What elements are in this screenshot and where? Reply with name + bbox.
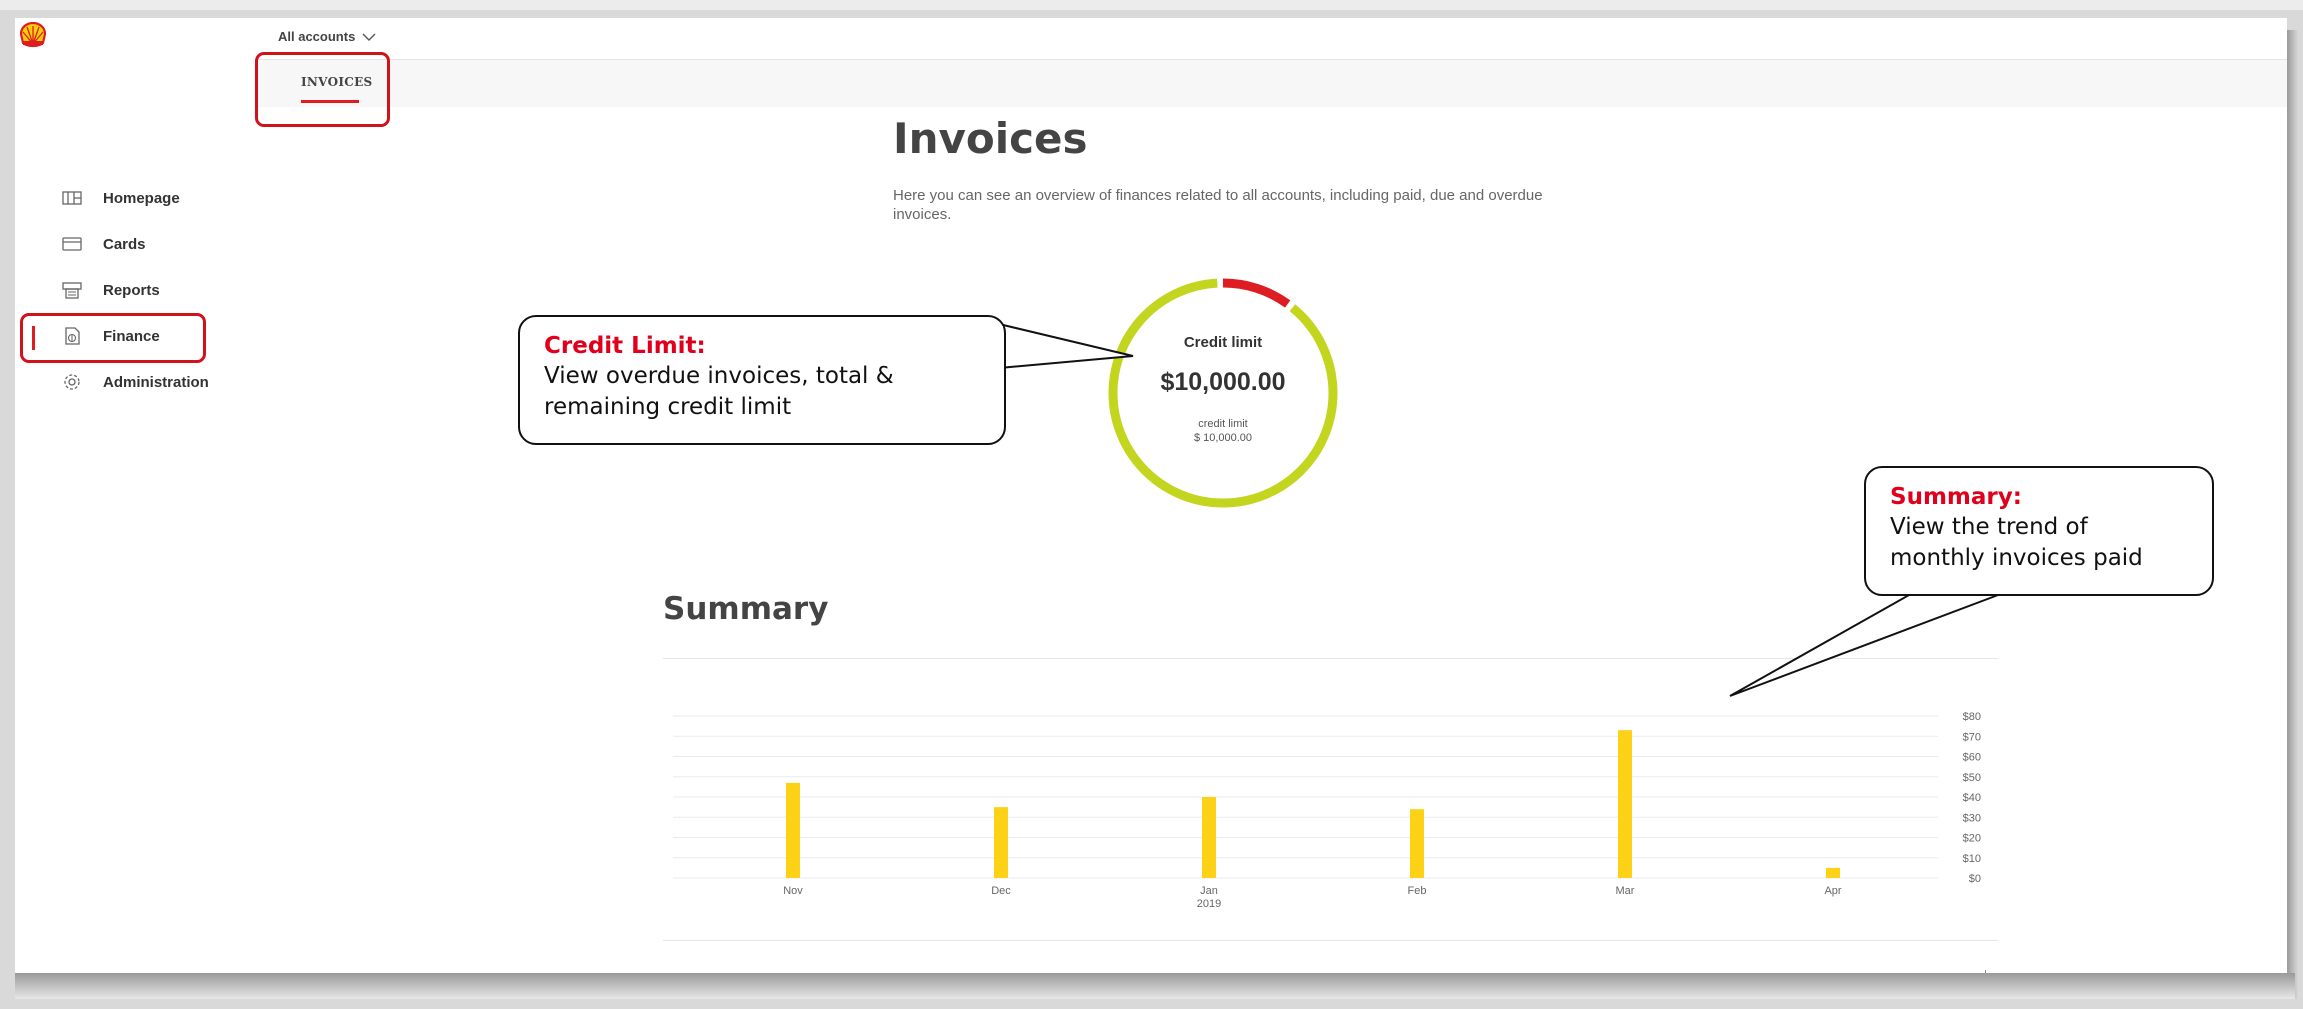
chart-bar-apr[interactable] — [1826, 867, 1840, 878]
x-tick-label: Nov — [783, 885, 803, 897]
y-tick-label: $50 — [1963, 772, 1981, 784]
y-tick-label: $80 — [1963, 711, 1981, 723]
x-tick-label: Feb — [1408, 885, 1427, 897]
summary-callout-pointer — [1729, 585, 2023, 697]
y-tick-label: $30 — [1963, 812, 1981, 824]
chart-bar-dec[interactable] — [994, 807, 1008, 878]
x-tick-sublabel: 2019 — [1197, 898, 1221, 910]
credit-callout-line1: View overdue invoices, total & — [544, 363, 894, 389]
y-tick-label: $60 — [1963, 752, 1981, 764]
app-page: All accounts INVOICES Homepage Cards Rep… — [15, 18, 2287, 973]
account-selector[interactable]: All accounts — [278, 29, 376, 44]
sidebar-item-cards[interactable]: Cards — [61, 232, 146, 256]
tab-bar: INVOICES — [255, 59, 2287, 107]
tab-highlight-box — [255, 52, 390, 127]
scroll-indicator — [1985, 970, 1986, 973]
summary-callout-joint — [1927, 582, 2020, 588]
summary-title: Summary — [663, 591, 829, 627]
credit-limit-amount: $10,000.00 — [1160, 368, 1286, 396]
summary-bar-chart: $80 $70 $60 $50 $40 $30 $20 $10 $0 Nov Dec Jan2019 F… — [673, 711, 1981, 910]
sidebar-item-reports[interactable]: Reports — [61, 278, 160, 302]
page-description: Here you can see an overview of finances… — [893, 187, 1543, 223]
gear-icon — [64, 374, 80, 390]
x-tick-label: Jan — [1200, 885, 1218, 897]
account-selector-label: All accounts — [278, 29, 356, 44]
chart-bar-mar[interactable] — [1618, 730, 1632, 878]
x-tick-label: Mar — [1616, 885, 1635, 897]
credit-limit-callout: Credit Limit: View overdue invoices, tot… — [518, 315, 1006, 445]
credit-limit-heading: Credit limit — [1183, 334, 1263, 351]
summary-callout-title: Summary: — [1890, 484, 2022, 510]
x-tick-label: Dec — [991, 885, 1011, 897]
chevron-down-icon — [362, 33, 376, 41]
finance-highlight-box — [20, 313, 206, 363]
layout-icon — [62, 191, 82, 205]
y-tick-label: $40 — [1963, 792, 1981, 804]
summary-callout: Summary: View the trend of monthly invoi… — [1864, 466, 2214, 596]
sidebar-item-label: Homepage — [103, 189, 180, 207]
credit-callout-joint — [997, 326, 1003, 367]
y-tick-label: $70 — [1963, 731, 1981, 743]
x-tick-label: Apr — [1824, 885, 1841, 897]
summary-divider-bottom — [663, 940, 1998, 941]
chart-bar-feb[interactable] — [1410, 809, 1424, 878]
sidebar-item-label: Administration — [103, 373, 209, 391]
card-icon — [62, 237, 82, 251]
summary-divider-top — [663, 658, 1998, 659]
y-tick-label: $10 — [1963, 853, 1981, 865]
sidebar-item-homepage[interactable]: Homepage — [61, 186, 180, 210]
y-tick-label: $20 — [1963, 833, 1981, 845]
credit-callout-line2: remaining credit limit — [544, 394, 792, 420]
sidebar-item-administration[interactable]: Administration — [61, 370, 209, 394]
y-tick-label: $0 — [1969, 873, 1981, 885]
page-title: Invoices — [893, 114, 1088, 163]
summary-callout-line2: monthly invoices paid — [1890, 545, 2143, 571]
reports-icon — [62, 282, 82, 299]
chart-bar-nov[interactable] — [786, 782, 800, 878]
credit-limit-subvalue: $ 10,000.00 — [1193, 432, 1253, 444]
sidebar-item-label: Cards — [103, 235, 146, 253]
summary-callout-line1: View the trend of — [1890, 514, 2088, 540]
credit-limit-sublabel: credit limit — [1198, 418, 1248, 430]
sidebar-item-label: Reports — [103, 281, 160, 299]
shell-logo-icon[interactable] — [19, 22, 47, 48]
chart-bar-jan[interactable] — [1202, 797, 1216, 878]
credit-callout-title: Credit Limit: — [544, 333, 706, 359]
